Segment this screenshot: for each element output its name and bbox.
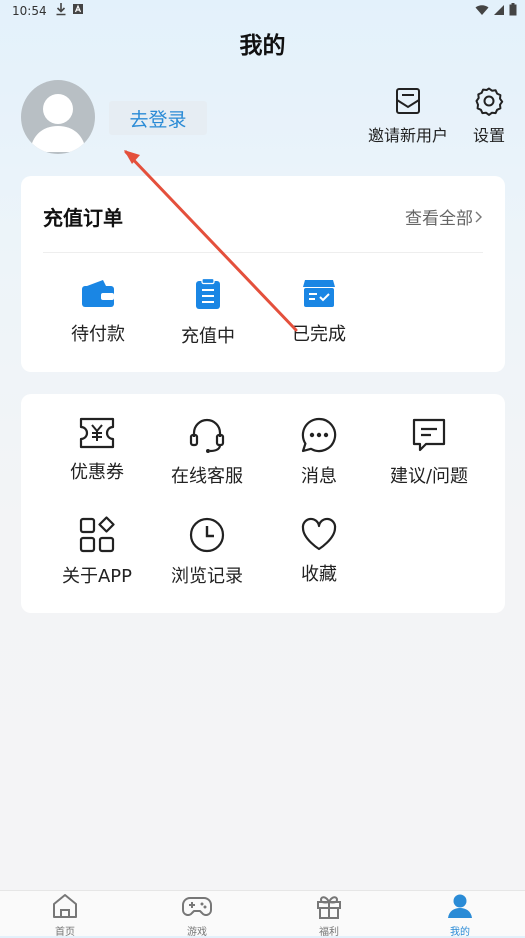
clipboard-icon — [196, 278, 220, 309]
tab-benefits-label: 福利 — [319, 927, 339, 938]
coupon-item[interactable]: 优惠券 — [42, 416, 152, 484]
order-pending-payment-label: 待付款 — [71, 324, 125, 345]
online-support-label: 在线客服 — [171, 466, 243, 487]
page-title: 我的 — [239, 33, 286, 59]
orders-divider — [43, 252, 483, 253]
about-app-item[interactable]: 关于APP — [42, 516, 152, 588]
gamepad-icon — [182, 897, 212, 916]
completed-box-icon — [303, 280, 335, 307]
feedback-item[interactable]: 建议/问题 — [374, 416, 484, 488]
order-pending-payment[interactable]: 待付款 — [48, 278, 148, 346]
settings-label: 设置 — [472, 126, 505, 145]
login-button[interactable]: 去登录 — [109, 101, 207, 135]
gift-icon — [317, 896, 341, 919]
avatar[interactable] — [21, 80, 95, 154]
signal-icon — [494, 4, 504, 15]
message-icon — [301, 417, 337, 453]
user-placeholder-icon — [30, 94, 86, 152]
messages-label: 消息 — [301, 466, 337, 487]
tab-home[interactable]: 首页 — [25, 891, 105, 938]
order-completed[interactable]: 已完成 — [269, 278, 369, 346]
feedback-icon — [412, 418, 446, 452]
user-icon — [448, 894, 472, 918]
browsing-history-label: 浏览记录 — [171, 566, 243, 587]
order-recharging[interactable]: 充值中 — [158, 278, 258, 348]
headset-icon — [189, 418, 225, 453]
battery-icon — [509, 3, 517, 16]
wallet-icon — [82, 280, 114, 307]
status-time: 10:54 — [12, 4, 47, 18]
heart-icon — [301, 517, 337, 551]
chevron-right-icon — [475, 211, 482, 222]
apps-icon — [79, 516, 115, 553]
messages-item[interactable]: 消息 — [264, 416, 374, 488]
coupon-icon — [79, 417, 115, 449]
tab-home-label: 首页 — [55, 927, 75, 938]
invite-users-label: 邀请新用户 — [367, 126, 448, 145]
coupon-label: 优惠券 — [70, 462, 124, 483]
invite-users-button[interactable]: 邀请新用户 — [364, 86, 452, 146]
tab-games[interactable]: 游戏 — [157, 891, 237, 938]
about-app-label: 关于APP — [61, 566, 133, 587]
wifi-icon — [475, 4, 489, 15]
download-icon — [55, 2, 67, 19]
order-completed-label: 已完成 — [292, 324, 346, 345]
tab-benefits[interactable]: 福利 — [289, 891, 369, 938]
tab-games-label: 游戏 — [187, 927, 207, 938]
recharge-orders-card: 充值订单 查看全部 待付款 充值中 已完成 — [21, 176, 505, 372]
envelope-icon — [396, 88, 420, 114]
favorites-item[interactable]: 收藏 — [264, 516, 374, 586]
status-indicators — [475, 3, 517, 16]
notification-icon — [72, 2, 84, 19]
favorites-label: 收藏 — [301, 564, 337, 585]
browsing-history-item[interactable]: 浏览记录 — [152, 516, 262, 588]
tab-mine[interactable]: 我的 — [420, 891, 500, 938]
clock-icon — [189, 517, 225, 553]
home-icon — [53, 894, 77, 918]
orders-title: 充值订单 — [43, 206, 123, 230]
gear-icon — [475, 87, 504, 116]
order-recharging-label: 充值中 — [181, 326, 235, 347]
services-card: 优惠券 在线客服 消息 建议/问题 关于APP 浏览记录 收藏 — [21, 394, 505, 613]
bottom-tab-bar: 首页 游戏 福利 我的 — [0, 890, 525, 938]
view-all-label: 查看全部 — [405, 209, 473, 229]
settings-button[interactable]: 设置 — [466, 86, 512, 146]
feedback-label: 建议/问题 — [389, 466, 469, 487]
online-support-item[interactable]: 在线客服 — [152, 416, 262, 488]
view-all-orders-link[interactable]: 查看全部 — [405, 204, 483, 229]
tab-mine-label: 我的 — [450, 927, 470, 938]
status-bar: 10:54 — [0, 0, 525, 22]
